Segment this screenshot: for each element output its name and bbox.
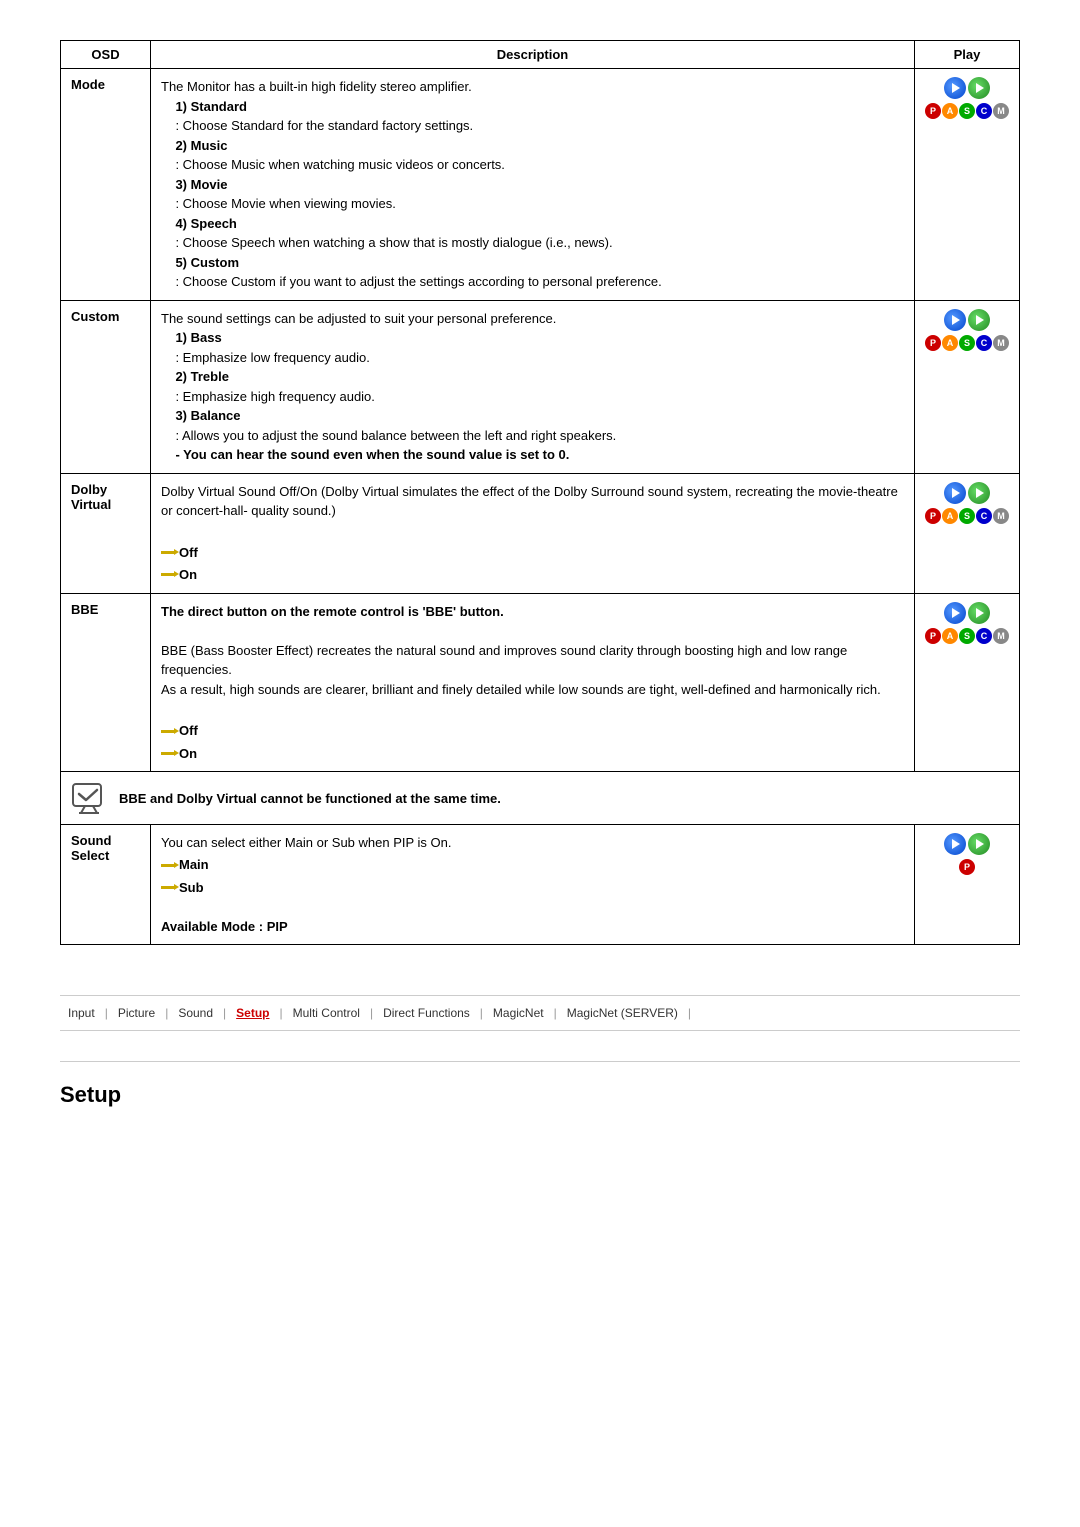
badge-c-custom: C [976, 335, 992, 351]
play-icons-custom [944, 309, 990, 331]
note-row: BBE and Dolby Virtual cannot be function… [61, 772, 1020, 825]
header-osd: OSD [61, 41, 151, 69]
table-row: BBE The direct button on the remote cont… [61, 593, 1020, 772]
play-btn-1-sound-select [944, 833, 966, 855]
badge-s-mode: S [959, 103, 975, 119]
note-text: BBE and Dolby Virtual cannot be function… [119, 791, 501, 806]
nav-direct-functions[interactable]: Direct Functions [375, 1004, 478, 1022]
table-row: Custom The sound settings can be adjuste… [61, 300, 1020, 473]
badge-p-mode: P [925, 103, 941, 119]
nav-multi-control[interactable]: Multi Control [285, 1004, 368, 1022]
page-divider [60, 1061, 1020, 1062]
header-description: Description [151, 41, 915, 69]
play-icons-dolby [944, 482, 990, 504]
play-icons-mode [944, 77, 990, 99]
nav-sep-8: | [686, 1006, 693, 1020]
pip-badge-sound-select: P [925, 833, 1009, 875]
play-btn-2-bbe [968, 602, 990, 624]
play-btn-1-mode [944, 77, 966, 99]
badge-p-custom: P [925, 335, 941, 351]
badge-s-dolby: S [959, 508, 975, 524]
play-mode: P A S C M [915, 69, 1020, 301]
play-custom: P A S C M [915, 300, 1020, 473]
pascm-letters-dolby: P A S C M [925, 508, 1009, 524]
play-btn-2-mode [968, 77, 990, 99]
badge-a-bbe: A [942, 628, 958, 644]
nav-input[interactable]: Input [60, 1004, 103, 1022]
note-icon [71, 780, 107, 816]
badge-s-bbe: S [959, 628, 975, 644]
pascm-badge-bbe: P A S C M [925, 602, 1009, 644]
badge-m-custom: M [993, 335, 1009, 351]
main-table: OSD Description Play Mode The Monitor ha… [60, 40, 1020, 945]
osd-bbe: BBE [61, 593, 151, 772]
nav-setup[interactable]: Setup [228, 1004, 277, 1022]
nav-sep-7: | [552, 1006, 559, 1020]
page-wrapper: OSD Description Play Mode The Monitor ha… [0, 0, 1080, 1148]
desc-bbe: The direct button on the remote control … [151, 593, 915, 772]
pip-letter-sound-select: P [959, 859, 975, 875]
play-bbe: P A S C M [915, 593, 1020, 772]
play-icons-sound-select [944, 833, 990, 855]
play-btn-1-custom [944, 309, 966, 331]
desc-sound-select: You can select either Main or Sub when P… [151, 825, 915, 945]
nav-sep-5: | [368, 1006, 375, 1020]
desc-custom: The sound settings can be adjusted to su… [151, 300, 915, 473]
table-row: DolbyVirtual Dolby Virtual Sound Off/On … [61, 473, 1020, 593]
badge-a-mode: A [942, 103, 958, 119]
badge-p-bbe: P [925, 628, 941, 644]
note-content: BBE and Dolby Virtual cannot be function… [71, 780, 1009, 816]
badge-c-bbe: C [976, 628, 992, 644]
play-btn-2-custom [968, 309, 990, 331]
badge-a-dolby: A [942, 508, 958, 524]
osd-mode: Mode [61, 69, 151, 301]
page-title: Setup [60, 1082, 1020, 1108]
nav-magicnet[interactable]: MagicNet [485, 1004, 552, 1022]
play-btn-1-bbe [944, 602, 966, 624]
badge-p-sound-select: P [959, 859, 975, 875]
play-icons-bbe [944, 602, 990, 624]
note-cell: BBE and Dolby Virtual cannot be function… [61, 772, 1020, 825]
pascm-badge-dolby: P A S C M [925, 482, 1009, 524]
play-btn-1-dolby [944, 482, 966, 504]
nav-sep-1: | [103, 1006, 110, 1020]
play-dolby: P A S C M [915, 473, 1020, 593]
table-row: Mode The Monitor has a built-in high fid… [61, 69, 1020, 301]
nav-sep-2: | [163, 1006, 170, 1020]
badge-s-custom: S [959, 335, 975, 351]
pascm-letters-bbe: P A S C M [925, 628, 1009, 644]
header-play: Play [915, 41, 1020, 69]
play-btn-2-dolby [968, 482, 990, 504]
badge-c-mode: C [976, 103, 992, 119]
osd-sound-select: SoundSelect [61, 825, 151, 945]
desc-mode: The Monitor has a built-in high fidelity… [151, 69, 915, 301]
badge-a-custom: A [942, 335, 958, 351]
nav-picture[interactable]: Picture [110, 1004, 163, 1022]
pascm-letters-mode: P A S C M [925, 103, 1009, 119]
badge-m-bbe: M [993, 628, 1009, 644]
pascm-badge-custom: P A S C M [925, 309, 1009, 351]
table-row: SoundSelect You can select either Main o… [61, 825, 1020, 945]
pascm-badge-mode: P A S C M [925, 77, 1009, 119]
nav-sound[interactable]: Sound [170, 1004, 221, 1022]
pascm-letters-custom: P A S C M [925, 335, 1009, 351]
badge-c-dolby: C [976, 508, 992, 524]
nav-magicnet-server[interactable]: MagicNet (SERVER) [559, 1004, 686, 1022]
play-sound-select: P [915, 825, 1020, 945]
nav-sep-3: | [221, 1006, 228, 1020]
nav-sep-6: | [478, 1006, 485, 1020]
desc-dolby: Dolby Virtual Sound Off/On (Dolby Virtua… [151, 473, 915, 593]
badge-m-dolby: M [993, 508, 1009, 524]
play-btn-2-sound-select [968, 833, 990, 855]
nav-bar: Input | Picture | Sound | Setup | Multi … [60, 995, 1020, 1031]
osd-custom: Custom [61, 300, 151, 473]
badge-p-dolby: P [925, 508, 941, 524]
badge-m-mode: M [993, 103, 1009, 119]
nav-sep-4: | [277, 1006, 284, 1020]
osd-dolby: DolbyVirtual [61, 473, 151, 593]
